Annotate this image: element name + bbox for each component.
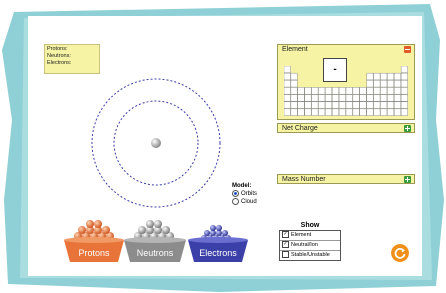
protons-bucket-label: Protons xyxy=(78,248,110,258)
protons-bucket[interactable]: Protons xyxy=(64,220,124,262)
neutrons-bucket[interactable]: Neutrons xyxy=(124,220,186,262)
neutrons-bucket-label: Neutrons xyxy=(137,248,174,258)
electrons-bucket[interactable]: Electrons xyxy=(188,225,248,262)
particle-buckets: Protons Neutrons Electrons xyxy=(64,220,248,262)
electrons-bucket-label: Electrons xyxy=(199,248,237,258)
